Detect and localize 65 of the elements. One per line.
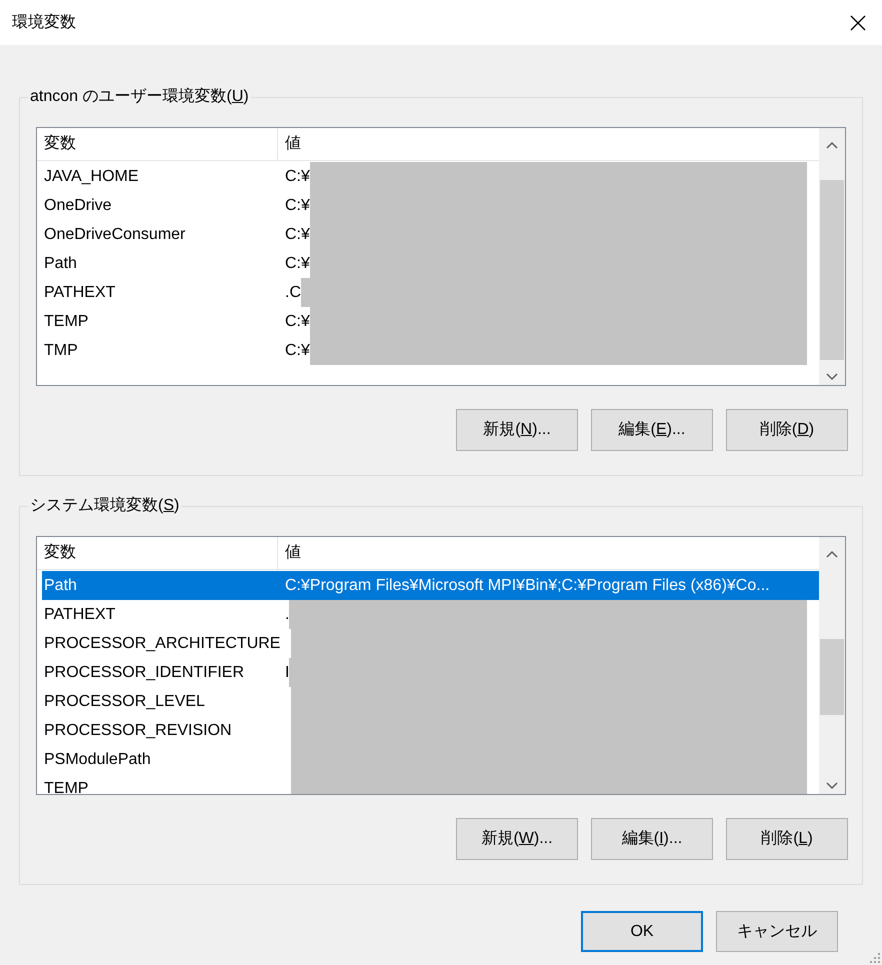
list-row[interactable]: TEMP C:¥ <box>42 307 819 336</box>
list-row[interactable]: PROCESSOR_REVISION <box>42 716 819 745</box>
list-row[interactable]: PATHEXT . <box>42 600 819 629</box>
variable-name: PSModulePath <box>43 750 152 770</box>
dialog-button[interactable]: OK <box>581 911 703 952</box>
action-button[interactable]: 削除(L) <box>726 818 848 860</box>
variable-value: I <box>284 662 290 682</box>
scroll-down-icon[interactable] <box>826 782 838 790</box>
column-header[interactable]: 変数 <box>37 128 278 160</box>
group-legend: atncon のユーザー環境変数(U) <box>28 85 251 109</box>
variable-name: TEMP <box>43 778 90 794</box>
variable-name: Path <box>43 254 78 274</box>
variable-name: OneDrive <box>43 196 113 216</box>
variable-value: C:¥ <box>284 340 310 360</box>
action-button[interactable]: 新規(W)... <box>456 818 578 860</box>
window-title: 環境変数 <box>12 12 76 32</box>
variable-value: C:¥ <box>284 196 310 216</box>
column-header[interactable]: 値 <box>278 128 819 160</box>
list-row[interactable]: PATHEXT .C <box>42 278 819 307</box>
scrollbar[interactable] <box>819 128 845 385</box>
list-row[interactable]: OneDrive C:¥ <box>42 191 819 220</box>
action-button[interactable]: 編集(I)... <box>591 818 713 860</box>
variable-value: .C <box>284 282 301 302</box>
variable-name: PROCESSOR_REVISION <box>43 720 233 740</box>
variable-name: PROCESSOR_ARCHITECTURE <box>43 634 282 654</box>
list-row[interactable]: PROCESSOR_LEVEL <box>42 687 819 716</box>
list-row[interactable]: Path C:¥Program Files¥Microsoft MPI¥Bin¥;C:¥Program Files (x86)¥Co... <box>42 571 819 600</box>
dialog-button[interactable]: キャンセル <box>716 911 838 952</box>
action-button[interactable]: 編集(E)... <box>591 409 713 451</box>
list-row[interactable]: PSModulePath <box>42 745 819 774</box>
column-header[interactable]: 値 <box>278 537 819 569</box>
scroll-down-icon[interactable] <box>826 373 838 381</box>
scrollbar[interactable] <box>819 537 845 794</box>
variable-name: PATHEXT <box>43 604 116 624</box>
variable-value: C:¥ <box>284 254 310 274</box>
variable-value: . <box>284 604 290 624</box>
variable-name: TMP <box>43 340 79 360</box>
variable-value: C:¥ <box>284 166 310 186</box>
action-button[interactable]: 新規(N)... <box>456 409 578 451</box>
resize-grip-icon[interactable] <box>870 953 880 963</box>
variable-value: C:¥ <box>284 312 310 332</box>
list-row[interactable]: JAVA_HOME C:¥ <box>42 162 819 191</box>
variable-name: JAVA_HOME <box>43 166 140 186</box>
variable-name: Path <box>43 576 78 596</box>
list-row[interactable]: PROCESSOR_ARCHITECTURE <box>42 629 819 658</box>
list-row[interactable]: Path C:¥ <box>42 249 819 278</box>
list-row[interactable]: TEMP <box>42 774 819 794</box>
list-row[interactable]: PROCESSOR_IDENTIFIER I <box>42 658 819 687</box>
close-icon[interactable] <box>850 14 866 30</box>
variable-name: OneDriveConsumer <box>43 224 186 244</box>
variable-name: PROCESSOR_IDENTIFIER <box>43 662 246 682</box>
variable-name: PROCESSOR_LEVEL <box>43 692 206 712</box>
group-legend: システム環境変数(S) <box>28 494 182 518</box>
scroll-up-icon[interactable] <box>826 550 838 558</box>
list-row[interactable]: OneDriveConsumer C:¥ <box>42 220 819 249</box>
scroll-thumb[interactable] <box>820 180 844 360</box>
list-row[interactable]: TMP C:¥ <box>42 336 819 365</box>
column-header[interactable]: 変数 <box>37 537 278 569</box>
variable-name: PATHEXT <box>43 282 116 302</box>
action-button[interactable]: 削除(D) <box>726 409 848 451</box>
scroll-thumb[interactable] <box>820 639 844 715</box>
scroll-up-icon[interactable] <box>826 140 838 148</box>
variable-value: C:¥ <box>284 224 310 244</box>
variable-name: TEMP <box>43 312 90 332</box>
variable-value: C:¥Program Files¥Microsoft MPI¥Bin¥;C:¥Program Files (x86)¥Co... <box>284 576 770 596</box>
